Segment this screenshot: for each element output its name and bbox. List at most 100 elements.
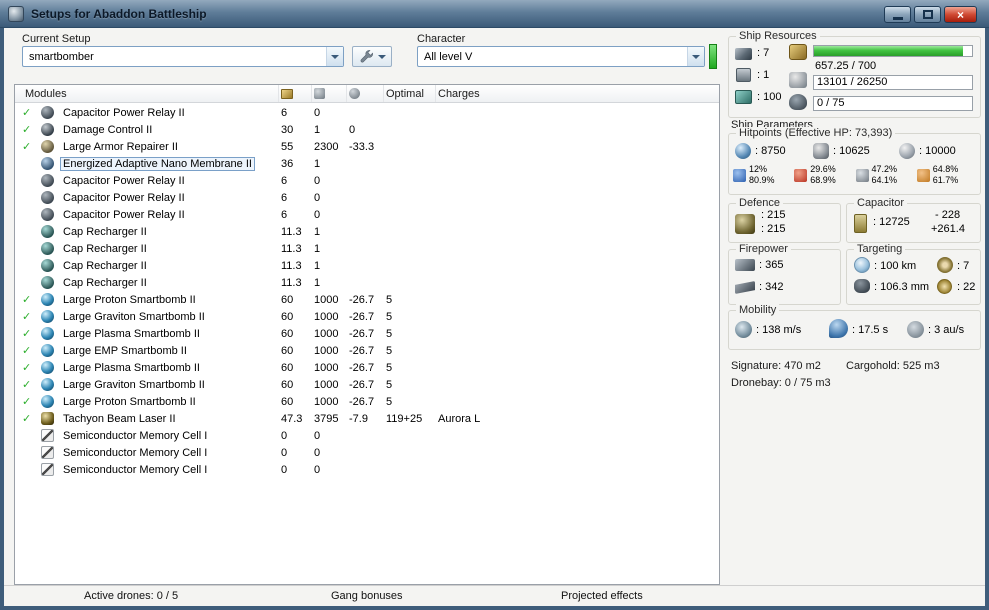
character-dropdown-button[interactable] (687, 47, 704, 66)
module-powergrid: 0 (314, 106, 321, 119)
module-name[interactable]: Capacitor Power Relay II (61, 175, 187, 187)
module-name[interactable]: Cap Recharger II (61, 260, 149, 272)
module-row[interactable]: ✓ Large Armor Repairer II 55 2300 -33.3 (15, 138, 719, 155)
scan-resolution-value: : 106.3 mm (874, 281, 930, 293)
module-active-check[interactable]: ✓ (15, 123, 41, 136)
module-optimal: 5 (386, 395, 393, 408)
armor-repairer-module-icon (41, 140, 54, 153)
smartbomb-module-icon (41, 344, 54, 357)
module-name[interactable]: Large Graviton Smartbomb II (61, 379, 207, 391)
module-row[interactable]: Cap Recharger II 11.3 1 (15, 240, 719, 257)
module-row[interactable]: Energized Adaptive Nano Membrane II 36 1 (15, 155, 719, 172)
module-name[interactable]: Cap Recharger II (61, 226, 149, 238)
resist-explosive: 64.8% 61.7% (916, 164, 978, 186)
module-row[interactable]: Semiconductor Memory Cell I 0 0 (15, 444, 719, 461)
module-active-check[interactable]: ✓ (15, 327, 41, 340)
module-active-check[interactable]: ✓ (15, 395, 41, 408)
minimize-button[interactable] (884, 6, 911, 23)
maximize-button[interactable] (914, 6, 941, 23)
module-row[interactable]: ✓ Large Graviton Smartbomb II 60 1000 -26.7 5 (15, 376, 719, 393)
module-row[interactable]: Cap Recharger II 11.3 1 (15, 274, 719, 291)
module-name[interactable]: Large Armor Repairer II (61, 141, 180, 153)
gang-bonuses-toggle[interactable]: Gang bonuses (331, 590, 403, 602)
module-row[interactable]: ✓ Large EMP Smartbomb II 60 1000 -26.7 5 (15, 342, 719, 359)
module-row[interactable]: ✓ Large Proton Smartbomb II 60 1000 -26.7 5 (15, 291, 719, 308)
module-active-check[interactable]: ✓ (15, 140, 41, 153)
module-row[interactable]: Capacitor Power Relay II 6 0 (15, 206, 719, 223)
module-cpu: 60 (281, 310, 294, 323)
module-row[interactable]: Cap Recharger II 11.3 1 (15, 223, 719, 240)
recharger-module-icon (41, 276, 54, 289)
module-row[interactable]: ✓ Tachyon Beam Laser II 47.3 3795 -7.9 119+25… (15, 410, 719, 427)
firepower-group: Firepower : 365 : 342 (728, 243, 841, 305)
current-setup-dropdown-button[interactable] (326, 47, 343, 66)
module-active-check[interactable]: ✓ (15, 310, 41, 323)
module-name[interactable]: Semiconductor Memory Cell I (61, 464, 209, 476)
module-name[interactable]: Cap Recharger II (61, 277, 149, 289)
module-name[interactable]: Capacitor Power Relay II (61, 192, 187, 204)
titlebar[interactable]: Setups for Abaddon Battleship × (0, 0, 989, 28)
module-row[interactable]: Capacitor Power Relay II 6 0 (15, 189, 719, 206)
module-active-check[interactable]: ✓ (15, 412, 41, 425)
capacitor-column-header[interactable] (347, 85, 384, 102)
module-active-check[interactable]: ✓ (15, 106, 41, 119)
module-name[interactable]: Large Graviton Smartbomb II (61, 311, 207, 323)
module-cpu: 0 (281, 446, 288, 459)
module-row[interactable]: Semiconductor Memory Cell I 0 0 (15, 461, 719, 478)
module-name-cell: Large Graviton Smartbomb II (61, 379, 279, 391)
module-name[interactable]: Cap Recharger II (61, 243, 149, 255)
module-name[interactable]: Large Plasma Smartbomb II (61, 362, 202, 374)
charges-column-header[interactable]: Charges (436, 85, 719, 102)
module-name-cell: Large Plasma Smartbomb II (61, 362, 279, 374)
module-row[interactable]: ✓ Large Plasma Smartbomb II 60 1000 -26.7 5 (15, 325, 719, 342)
module-name[interactable]: Capacitor Power Relay II (61, 107, 187, 119)
module-name-cell: Semiconductor Memory Cell I (61, 430, 279, 442)
close-button[interactable]: × (944, 6, 977, 23)
module-row[interactable]: ✓ Large Graviton Smartbomb II 60 1000 -26.7 5 (15, 308, 719, 325)
character-combobox[interactable]: All level V (417, 46, 705, 67)
powergrid-column-header[interactable] (312, 85, 347, 102)
module-name[interactable]: Large Proton Smartbomb II (61, 396, 198, 408)
relay-module-icon (41, 174, 54, 187)
module-active-check[interactable]: ✓ (15, 344, 41, 357)
modules-column-label: Modules (25, 87, 67, 100)
module-row[interactable]: Semiconductor Memory Cell I 0 0 (15, 427, 719, 444)
module-name[interactable]: Large Proton Smartbomb II (61, 294, 198, 306)
volley-value: : 365 (759, 259, 784, 271)
module-name[interactable]: Large Plasma Smartbomb II (61, 328, 202, 340)
modules-column-header[interactable]: Modules (15, 85, 279, 102)
setup-tools-button[interactable] (352, 46, 392, 67)
module-cap: -26.7 (349, 327, 375, 340)
module-row[interactable]: ✓ Large Proton Smartbomb II 60 1000 -26.7 5 (15, 393, 719, 410)
module-row[interactable]: ✓ Large Plasma Smartbomb II 60 1000 -26.7 5 (15, 359, 719, 376)
modules-list[interactable]: Modules Optimal Charges ✓ Capacitor Power… (14, 84, 720, 585)
cpu-column-header[interactable] (279, 85, 312, 102)
module-name[interactable]: Semiconductor Memory Cell I (61, 430, 209, 442)
powergrid-bar: 13101 / 26250 (813, 75, 973, 90)
module-name-cell: Capacitor Power Relay II (61, 107, 279, 119)
module-name[interactable]: Semiconductor Memory Cell I (61, 447, 209, 459)
module-name[interactable]: Energized Adaptive Nano Membrane II (60, 156, 255, 171)
projected-effects-toggle[interactable]: Projected effects (561, 590, 643, 602)
module-name[interactable]: Tachyon Beam Laser II (61, 413, 178, 425)
current-setup-combobox[interactable]: smartbomber (22, 46, 344, 67)
module-active-check[interactable]: ✓ (15, 361, 41, 374)
module-optimal: 5 (386, 310, 393, 323)
module-row[interactable]: ✓ Damage Control II 30 1 0 (15, 121, 719, 138)
module-name[interactable]: Damage Control II (61, 124, 154, 136)
module-name-cell: Tachyon Beam Laser II (61, 413, 279, 425)
app-icon (8, 5, 24, 22)
module-powergrid: 1 (314, 276, 321, 289)
thermal-damage-icon (794, 168, 808, 182)
module-active-check[interactable]: ✓ (15, 293, 41, 306)
module-row[interactable]: Cap Recharger II 11.3 1 (15, 257, 719, 274)
calibration-icon (735, 90, 752, 104)
module-name[interactable]: Large EMP Smartbomb II (61, 345, 189, 357)
active-drones-toggle[interactable]: Active drones: 0 / 5 (84, 590, 178, 602)
module-active-check[interactable]: ✓ (15, 378, 41, 391)
character-skills-indicator (709, 44, 717, 69)
optimal-column-header[interactable]: Optimal (384, 85, 436, 102)
module-row[interactable]: Capacitor Power Relay II 6 0 (15, 172, 719, 189)
module-name[interactable]: Capacitor Power Relay II (61, 209, 187, 221)
module-row[interactable]: ✓ Capacitor Power Relay II 6 0 (15, 104, 719, 121)
